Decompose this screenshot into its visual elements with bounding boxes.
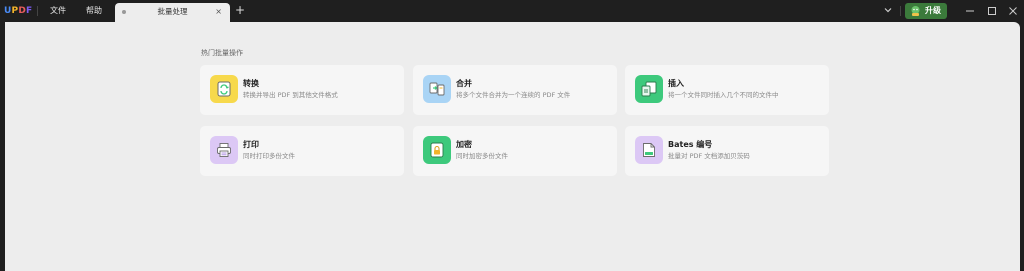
card-description: 批量对 PDF 文档添加贝茨码 xyxy=(668,152,750,160)
chevron-down-icon[interactable] xyxy=(883,5,893,15)
minimize-icon[interactable] xyxy=(964,5,976,17)
section-title: 热门批量操作 xyxy=(201,49,243,57)
card-title: 加密 xyxy=(456,140,472,149)
lock-icon xyxy=(423,136,451,164)
card-print[interactable]: 打印 同时打印多份文件 xyxy=(200,126,404,176)
upgrade-label: 升级 xyxy=(925,6,941,15)
crown-icon xyxy=(911,6,920,16)
close-window-icon[interactable] xyxy=(1007,5,1019,17)
card-title: 转换 xyxy=(243,79,259,88)
card-encrypt[interactable]: 加密 同时加密多份文件 xyxy=(413,126,617,176)
card-description: 将一个文件同时插入几个不同的文件中 xyxy=(668,91,779,99)
card-bates-numbering[interactable]: Bates 编号 批量对 PDF 文档添加贝茨码 xyxy=(625,126,829,176)
maximize-icon[interactable] xyxy=(986,5,998,17)
new-tab-button[interactable]: + xyxy=(235,3,245,17)
card-description: 将多个文件合并为一个连续的 PDF 文件 xyxy=(456,91,571,99)
menu-help[interactable]: 帮助 xyxy=(86,4,102,18)
divider xyxy=(900,6,901,16)
card-insert[interactable]: 插入 将一个文件同时插入几个不同的文件中 xyxy=(625,65,829,115)
bates-icon xyxy=(635,136,663,164)
title-bar: UPDF 文件 帮助 批量处理 × + 升级 xyxy=(0,0,1024,22)
insert-icon xyxy=(635,75,663,103)
print-icon xyxy=(210,136,238,164)
card-convert[interactable]: 转换 转换并导出 PDF 到其他文件格式 xyxy=(200,65,404,115)
app-logo: UPDF xyxy=(4,6,33,16)
card-title: 合并 xyxy=(456,79,472,88)
card-title: 插入 xyxy=(668,79,684,88)
main-content: 热门批量操作 转换 转换并导出 PDF 到其他文件格式 合并 将多个文件合并为一… xyxy=(5,22,1020,271)
merge-icon xyxy=(423,75,451,103)
tab-label: 批量处理 xyxy=(157,7,188,16)
divider xyxy=(37,6,38,16)
close-tab-icon[interactable]: × xyxy=(215,6,222,18)
card-description: 同时加密多份文件 xyxy=(456,152,508,160)
upgrade-button[interactable]: 升级 xyxy=(905,3,947,19)
card-description: 转换并导出 PDF 到其他文件格式 xyxy=(243,91,338,99)
convert-icon xyxy=(210,75,238,103)
tab-batch-processing[interactable]: 批量处理 × xyxy=(115,3,230,22)
card-title: 打印 xyxy=(243,140,259,149)
card-merge[interactable]: 合并 将多个文件合并为一个连续的 PDF 文件 xyxy=(413,65,617,115)
card-description: 同时打印多份文件 xyxy=(243,152,295,160)
card-title: Bates 编号 xyxy=(668,140,713,149)
menu-file[interactable]: 文件 xyxy=(50,4,66,18)
